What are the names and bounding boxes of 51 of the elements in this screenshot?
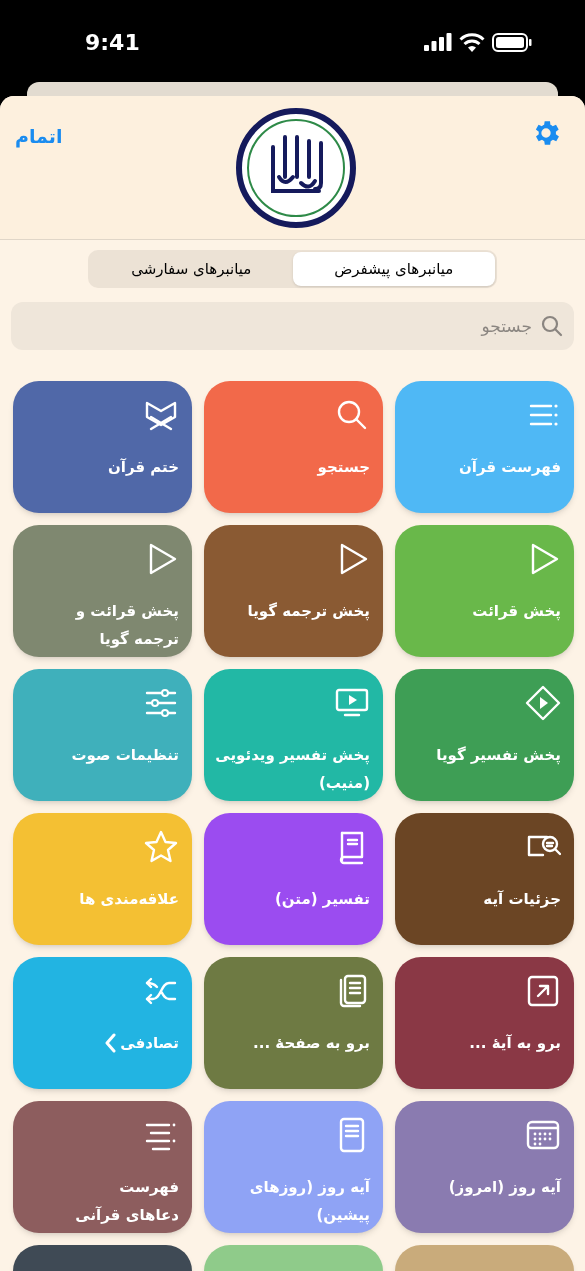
shortcut-tile[interactable]: پخش تفسیر ویدئویی (منیب) xyxy=(204,669,383,801)
done-button[interactable]: اتمام xyxy=(15,122,63,151)
shortcut-tile[interactable]: تنظیمات صوت xyxy=(13,669,192,801)
tile-label: پخش تفسیر گویا xyxy=(436,745,561,766)
battery-icon xyxy=(492,32,532,52)
tile-label: پیشین) xyxy=(316,1205,370,1226)
star-icon xyxy=(143,829,179,865)
tile-label: جستجو xyxy=(317,457,370,478)
tile-label: آیه روز (امروز) xyxy=(448,1177,561,1198)
tile-label: پخش تفسیر ویدئویی xyxy=(215,745,370,766)
shortcut-tile[interactable]: جستجو xyxy=(204,381,383,513)
shortcut-tile[interactable]: پخش قرائت xyxy=(395,525,574,657)
tile-label: آیه روز (روزهای xyxy=(249,1177,370,1198)
shortcut-tile[interactable]: آیه روز (روزهای پیشین) xyxy=(204,1101,383,1233)
diamond-play-icon xyxy=(525,685,561,721)
shortcut-tile[interactable]: تصادفی xyxy=(13,957,192,1089)
wifi-icon xyxy=(459,32,485,52)
shortcut-tile[interactable]: فهرست قرآن xyxy=(395,381,574,513)
shortcut-tile[interactable]: تفسیر (متن) xyxy=(204,813,383,945)
tile-label: ترجمه گویا xyxy=(99,629,179,650)
tile-label: تفسیر (متن) xyxy=(275,889,370,910)
tile-label: علاقه‌مندی ها xyxy=(79,889,179,910)
tile-label: (منیب) xyxy=(318,773,370,794)
tile-label: برو به صفحهٔ ... xyxy=(253,1033,370,1054)
arrow-square-icon xyxy=(525,973,561,1009)
tile-label: پخش ترجمه گویا xyxy=(247,601,370,622)
shortcut-tile[interactable]: ختم قرآن xyxy=(13,381,192,513)
segment-tab[interactable]: میانبرهای سفارشی xyxy=(90,252,293,286)
shortcut-tile[interactable]: آیه روز (امروز) xyxy=(395,1101,574,1233)
shortcut-tile[interactable]: پخش ترجمه گویا xyxy=(204,525,383,657)
signal-icon xyxy=(424,33,452,51)
status-time: 9:41 xyxy=(85,28,140,57)
shortcut-tile[interactable]: برو به آیهٔ ... xyxy=(395,957,574,1089)
tile-label: فهرست xyxy=(119,1177,179,1198)
tile-label: تصادفی xyxy=(120,1033,179,1054)
tile-label: دعاهای قرآنی xyxy=(75,1205,179,1226)
tile-label: برو به آیهٔ ... xyxy=(469,1033,561,1054)
tile-label: پخش قرائت xyxy=(472,601,561,622)
search-field[interactable]: جستجو xyxy=(11,302,574,350)
shortcut-tile[interactable]: جزئیات آیه xyxy=(395,813,574,945)
shortcut-tile[interactable]: پخش تفسیر گویا xyxy=(395,669,574,801)
tile-label: فهرست قرآن xyxy=(459,457,561,478)
shortcut-tile[interactable]: پخش قرائت و ترجمه گویا xyxy=(13,525,192,657)
search-icon xyxy=(540,314,564,338)
tile-label: تنظیمات صوت xyxy=(71,745,179,766)
tile-label: جزئیات آیه xyxy=(483,889,561,910)
tile-label: پخش قرائت و xyxy=(75,601,179,622)
segment-tab[interactable]: میانبرهای پیشفرض xyxy=(292,252,495,286)
shortcut-tile[interactable]: برو به صفحهٔ ... xyxy=(204,957,383,1089)
shortcut-tile[interactable]: فهرست دعاهای قرآنی xyxy=(13,1101,192,1233)
tile-label: ختم قرآن xyxy=(108,457,179,478)
